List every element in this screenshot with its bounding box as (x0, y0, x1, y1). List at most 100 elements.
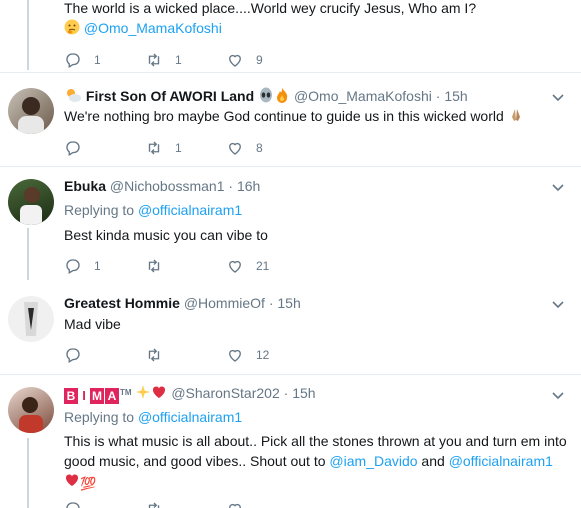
retweet-button[interactable] (145, 346, 175, 364)
display-name[interactable]: First Son Of AWORI Land (86, 88, 254, 104)
retweet-count: 1 (175, 141, 182, 155)
replying-label: Replying to (64, 409, 135, 425)
separator-dot: · (228, 178, 234, 194)
tweet-actions: 12 (64, 346, 364, 366)
alien-icon (258, 87, 274, 106)
tweet-text-body: We're nothing bro maybe God continue to … (64, 108, 504, 124)
chevron-down-icon[interactable] (552, 392, 564, 400)
chevron-down-icon[interactable] (552, 94, 564, 102)
reply-icon (66, 259, 80, 274)
user-handle[interactable]: @Omo_MamaKofoshi (294, 88, 432, 104)
thread-connector (27, 438, 29, 508)
heart-icon (229, 260, 241, 273)
mention-link[interactable]: @officialnairam1 (449, 453, 553, 469)
tweet-actions (64, 500, 364, 508)
retweet-icon (148, 348, 160, 362)
retweet-button[interactable] (145, 500, 175, 508)
reply-icon (66, 502, 80, 508)
praying-hands-icon (508, 107, 524, 128)
divider (0, 374, 581, 375)
tweet-text-body: and (417, 453, 449, 469)
heart-icon (229, 349, 241, 362)
user-handle[interactable]: @HommieOf (184, 295, 265, 311)
tweet-text-body: Mad vibe (64, 316, 121, 332)
display-name[interactable]: Ebuka (64, 178, 106, 194)
reply-button[interactable] (64, 346, 94, 364)
user-handle[interactable]: @SharonStar202 (171, 385, 279, 401)
like-button[interactable]: 8 (226, 139, 263, 157)
trademark-sign: TM (120, 388, 132, 397)
tweet-header: Ebuka @Nichobossman1 · 16h (64, 178, 260, 194)
letter-tile: B (64, 388, 78, 404)
tweet-text: The world is a wicked place....World wey… (64, 0, 569, 40)
reply-button[interactable]: 1 (64, 257, 101, 275)
like-button[interactable] (226, 500, 256, 508)
replying-to: Replying to @officialnairam1 (64, 202, 242, 218)
retweet-count: 1 (175, 53, 182, 67)
display-name[interactable]: B I M A TM (64, 388, 132, 404)
heart-icon (229, 503, 241, 508)
like-button[interactable]: 9 (226, 51, 263, 69)
avatar[interactable] (8, 179, 54, 225)
chevron-down-icon[interactable] (552, 301, 564, 309)
avatar[interactable] (8, 296, 54, 342)
reply-button[interactable] (64, 500, 94, 508)
heart-icon (229, 54, 241, 67)
avatar[interactable] (8, 387, 54, 433)
mention-link[interactable]: @iam_Davido (329, 453, 417, 469)
reply-button[interactable]: 1 (64, 51, 101, 69)
retweet-icon (148, 502, 160, 508)
like-button[interactable]: 21 (226, 257, 269, 275)
tweet-text: Best kinda music you can vibe to (64, 225, 569, 245)
reply-icon (66, 348, 80, 363)
retweet-button[interactable]: 1 (145, 51, 182, 69)
retweet-button[interactable] (145, 257, 175, 275)
user-handle[interactable]: @Nichobossman1 (110, 178, 225, 194)
timestamp[interactable]: 15h (292, 385, 315, 401)
mention-link[interactable]: @officialnairam1 (138, 409, 242, 425)
replying-to: Replying to @officialnairam1 (64, 409, 242, 425)
tweet-text: This is what music is all about.. Pick a… (64, 431, 569, 494)
timestamp[interactable]: 15h (277, 295, 300, 311)
mention-link[interactable]: @officialnairam1 (138, 202, 242, 218)
retweet-button[interactable]: 1 (145, 139, 182, 157)
letter-tile: M (90, 388, 104, 404)
letter-tile: A (105, 388, 119, 404)
sun-cloud-icon (64, 87, 82, 106)
replying-label: Replying to (64, 202, 135, 218)
mention-link[interactable]: @Omo_MamaKofoshi (84, 20, 222, 36)
timestamp[interactable]: 15h (444, 88, 467, 104)
retweet-icon (148, 141, 160, 155)
separator-dot: · (268, 295, 274, 311)
like-count: 8 (256, 141, 263, 155)
tweet-text-line: The world is a wicked place....World wey… (64, 0, 477, 16)
thread-connector (27, 228, 29, 280)
thread-connector (27, 0, 29, 70)
reply-icon (66, 141, 80, 156)
reply-button[interactable] (64, 139, 94, 157)
avatar[interactable] (8, 88, 54, 134)
reply-count: 1 (94, 259, 101, 273)
tweet-header: B I M A TM @SharonStar202 · 15h (64, 384, 316, 404)
hundred-points-icon: 💯 (80, 476, 97, 491)
tweet-actions: 1 21 (64, 257, 364, 277)
thinking-face-icon (64, 19, 80, 40)
like-button[interactable]: 12 (226, 346, 269, 364)
tweet-text: We're nothing bro maybe God continue to … (64, 106, 569, 128)
letter-tile: I (82, 388, 86, 403)
separator-dot: · (283, 385, 289, 401)
display-name[interactable]: Greatest Hommie (64, 295, 180, 311)
tweet-actions: 1 1 9 (64, 51, 364, 71)
divider (0, 72, 581, 73)
reply-count: 1 (94, 53, 101, 67)
red-heart-icon (64, 472, 80, 493)
timestamp[interactable]: 16h (237, 178, 260, 194)
like-count: 9 (256, 53, 263, 67)
heart-icon (229, 142, 241, 155)
retweet-icon (148, 53, 160, 67)
chevron-down-icon[interactable] (552, 184, 564, 192)
like-count: 12 (256, 348, 270, 362)
divider (0, 166, 581, 167)
reply-icon (66, 53, 80, 68)
separator-dot: · (435, 88, 441, 104)
